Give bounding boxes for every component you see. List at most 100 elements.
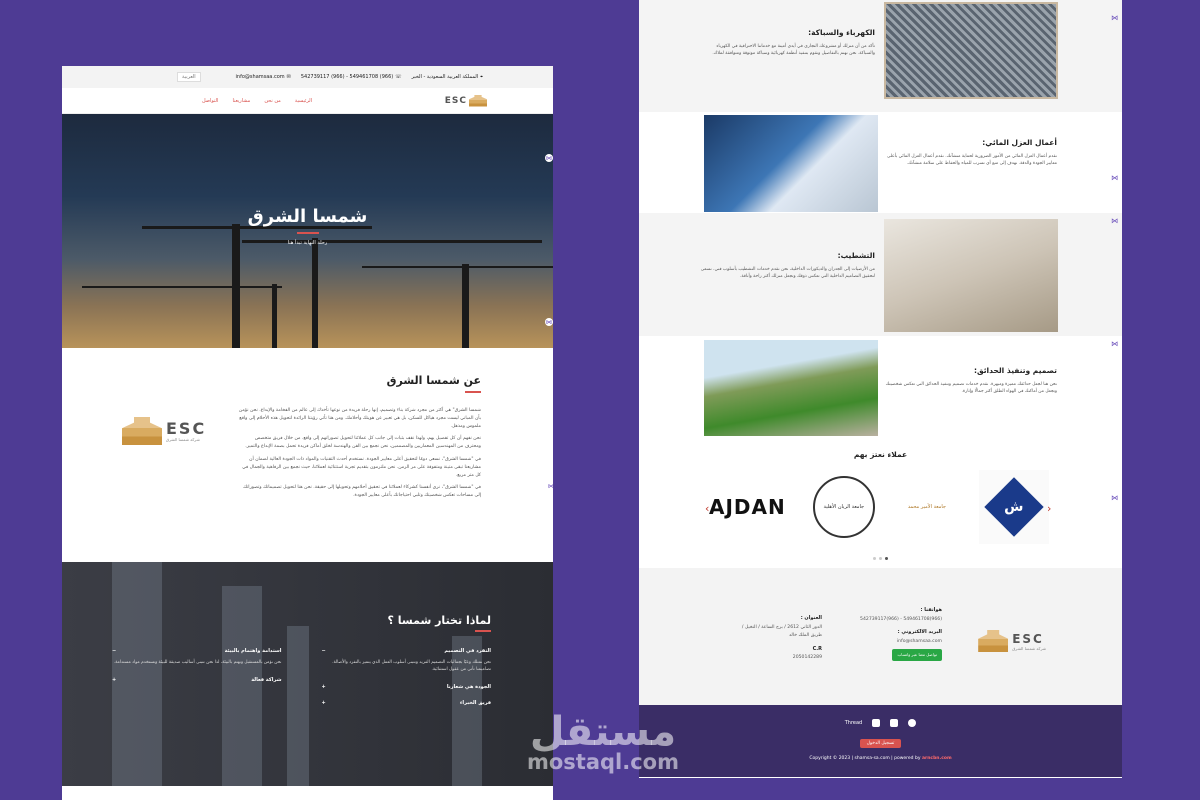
accordion-body: نحن نمتلك وعيًا بجماليات التصميم الفريد … (332, 660, 491, 672)
carousel-dot[interactable] (879, 557, 882, 560)
language-select[interactable]: العربية (177, 72, 201, 82)
chevron-right-icon[interactable]: › (1047, 502, 1051, 515)
accordion-item[interactable]: الجودة هي شعارنا + (322, 684, 492, 690)
plus-icon[interactable]: + (112, 677, 116, 683)
location-text: المملكة العربية السعودية - الخبر (411, 74, 479, 80)
email-text: info@shamsaa.com (235, 74, 285, 80)
service-gardens: تصميم وتنفيذ الحدائق: نحن هنا لجعل حدائق… (639, 336, 1122, 440)
client-logo-university-seal: جامعة الريان الأهلية (812, 476, 875, 538)
about-paragraph: في "شمسا الشرق"، نرى أنفسنا كشركاء لعملا… (243, 485, 481, 499)
copyright-text: Copyright © 2023 | shamsa-sa.com | power… (809, 756, 921, 761)
service-title: التشطيب: (837, 251, 875, 260)
main-nav: ESC الرئيسية من نحن مشاريعنا التواصل (62, 88, 553, 114)
about-title: عن شمسا الشرق (386, 374, 481, 387)
share-icon[interactable]: ⋈ (1111, 494, 1118, 502)
accordion-item[interactable]: شراكة فعالة + (112, 677, 282, 683)
phone-item[interactable]: ☏ (966) 549461708 - (966) 542739117 (301, 74, 402, 80)
service-electric: الكهرباء والسباكة: تأكد من أن منزلك أو م… (639, 0, 1122, 112)
twitter-icon[interactable] (890, 719, 899, 727)
cr-label: C.R (812, 645, 822, 652)
logo-text: ESC (444, 95, 467, 106)
about-text: شمسا الشرق" هي أكثر من مجرد شركة بناء وت… (238, 407, 481, 505)
crane-tower (272, 284, 277, 348)
carousel-dot[interactable] (885, 557, 888, 560)
watermark-arabic: مستقل (529, 709, 677, 755)
clients-section: عملاء نعتز بهم AJDAN جامعة الريان الأهلي… (639, 440, 1122, 568)
clients-title: عملاء نعتز بهم (853, 450, 908, 459)
social-links: Thread (639, 719, 1122, 727)
footer-address: الدور الثاني 2612 / برج الساعة / النخيل … (741, 624, 822, 639)
accordion-item[interactable]: فريق الخبراء + (322, 700, 492, 706)
share-icon[interactable]: ⋈ (547, 482, 553, 490)
client-logo-university: جامعة الأمير محمد (907, 504, 946, 510)
accordion-item[interactable]: التفرد في التصميم − نحن نمتلك وعيًا بجمال… (322, 648, 492, 674)
top-bar: ⌖ المملكة العربية السعودية - الخبر ☏ (966)… (62, 66, 553, 88)
footer-logo: ESC شركة شمسا الشرق (978, 630, 1046, 652)
garden-photo (704, 340, 878, 436)
accordion-title: التفرد في التصميم (444, 648, 491, 654)
share-icon[interactable]: ⋈ (1111, 340, 1118, 348)
why-title-underline (475, 630, 491, 632)
service-text: نحن هنا لجعل حدائقك مميزة ومبهرة. نقدم خ… (885, 382, 1057, 395)
client-logo-emblem: ش (978, 470, 1049, 544)
nav-item-contact[interactable]: التواصل (202, 98, 218, 104)
building-logo-icon (122, 417, 162, 445)
threads-link[interactable]: Thread (845, 720, 862, 726)
company-logo: ESC شركة شمسا الشرق (122, 417, 218, 445)
phone-text: (966) 549461708 - (966) 542739117 (300, 74, 394, 80)
waterproof-photo (704, 115, 878, 212)
nav-item-about[interactable]: من نحن (264, 98, 281, 104)
service-text: تأكد من أن منزلك أو مشروعك التجاري في أي… (712, 44, 875, 57)
service-title: الكهرباء والسباكة: (808, 28, 875, 37)
share-icon[interactable]: ⋈ (1111, 217, 1118, 225)
left-page-screenshot: ⌖ المملكة العربية السعودية - الخبر ☏ (966)… (62, 66, 553, 800)
hero-title-underline (297, 232, 319, 234)
right-page-screenshot: الكهرباء والسباكة: تأكد من أن منزلك أو م… (639, 0, 1122, 778)
minus-icon[interactable]: − (112, 648, 116, 654)
phones-label: هواتفنا : (920, 607, 942, 613)
phone-icon: ☏ (395, 74, 402, 80)
accordion-title: شراكة فعالة (251, 676, 282, 683)
electric-photo (884, 2, 1058, 99)
share-icon[interactable]: ⋈ (545, 154, 553, 162)
site-logo[interactable]: ESC (444, 94, 487, 107)
share-icon[interactable]: ⋈ (1111, 174, 1118, 182)
minus-icon[interactable]: − (322, 648, 326, 654)
building-logo-icon (469, 94, 487, 107)
chevron-left-icon[interactable]: ‹ (705, 502, 709, 515)
building-logo-icon (978, 630, 1009, 652)
login-button[interactable]: تسجيل الدخول (859, 739, 902, 748)
whatsapp-button[interactable]: تواصل معنا عبر واتساب (892, 649, 942, 662)
logo-text: ESC (166, 418, 207, 438)
nav-item-projects[interactable]: مشاريعنا (232, 98, 250, 104)
email-label: البريد الالكتروني : (897, 629, 942, 636)
share-icon[interactable]: ⋈ (545, 318, 553, 326)
instagram-icon[interactable] (872, 719, 881, 727)
email-item[interactable]: ✉ info@shamsaa.com (236, 74, 291, 80)
footer-info: ESC شركة شمسا الشرق هواتفنا : (966)54946… (639, 568, 1122, 705)
plus-icon[interactable]: + (322, 684, 326, 690)
service-text: نقدم أعمال العزل المائي من الأمور الضرور… (886, 154, 1057, 167)
footer-email[interactable]: info@shamsaa.com (852, 638, 942, 647)
diamond-logo-icon: ش (984, 477, 1044, 537)
hero-subtitle: رحلة النهاية تبدأ هنا (287, 240, 328, 246)
footer-bottom-bar: Thread تسجيل الدخول Copyright © 2023 | s… (639, 705, 1122, 777)
crane-jib (82, 286, 282, 288)
share-icon[interactable]: ⋈ (1111, 14, 1118, 22)
about-paragraph: في "شمسا الشرق"، نسعى دومًا لتحقيق أعلى … (242, 456, 481, 478)
map-pin-icon: ⌖ (480, 74, 483, 80)
finishing-photo (884, 219, 1058, 332)
service-waterproof: أعمال العزل المائي: نقدم أعمال العزل الم… (639, 112, 1122, 213)
accordion-item[interactable]: استدامة واهتمام بالبيئة − نحن نؤمن بالمست… (112, 648, 282, 667)
service-title: أعمال العزل المائي: (982, 138, 1057, 147)
about-section: عن شمسا الشرق شمسا الشرق" هي أكثر من مجر… (62, 348, 553, 562)
about-title-underline (465, 391, 481, 393)
plus-icon[interactable]: + (322, 700, 326, 706)
crane-jib (362, 266, 553, 268)
nav-item-home[interactable]: الرئيسية (295, 98, 312, 104)
facebook-icon[interactable] (908, 719, 917, 727)
carousel-dot[interactable] (873, 557, 876, 560)
hero-title: شمسا الشرق (247, 206, 368, 227)
powered-by-link[interactable]: arncbn.com (922, 756, 952, 761)
accordion-title: فريق الخبراء (459, 699, 491, 706)
